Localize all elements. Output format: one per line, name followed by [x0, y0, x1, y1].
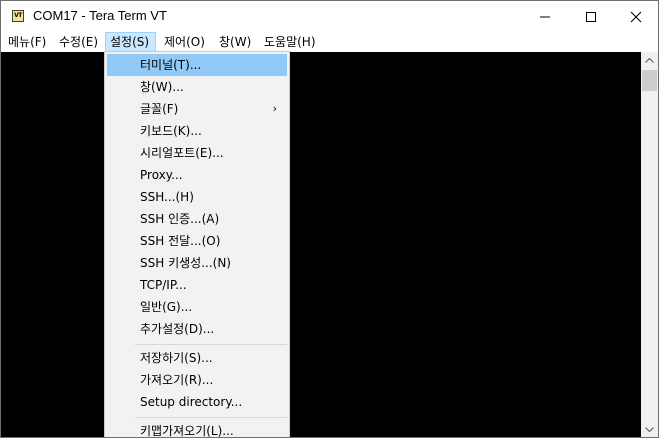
title-bar[interactable]: VT COM17 - Tera Term VT: [1, 1, 658, 32]
menu-item-save-setup[interactable]: 저장하기(S)...: [107, 347, 287, 369]
close-button[interactable]: [613, 1, 658, 32]
submenu-arrow-icon: ›: [272, 102, 277, 115]
menu-edit[interactable]: 수정(E): [55, 32, 102, 52]
setup-dropdown-menu: 터미널(T)... 창(W)... 글꼴(F) › 키보드(K)... 시리얼포…: [104, 51, 290, 437]
menu-item-additional-settings[interactable]: 추가설정(D)...: [107, 318, 287, 340]
menu-window[interactable]: 창(W): [215, 32, 255, 52]
chevron-down-icon: [645, 427, 654, 432]
maximize-button[interactable]: [568, 1, 614, 32]
scroll-down-button[interactable]: [641, 421, 658, 437]
menu-bar: 메뉴(F) 수정(E) 설정(S) 제어(O) 창(W) 도움말(H): [1, 32, 658, 52]
menu-separator: [135, 417, 287, 418]
menu-item-font[interactable]: 글꼴(F) ›: [107, 98, 287, 120]
chevron-up-icon: [645, 58, 654, 63]
app-icon[interactable]: VT: [12, 10, 24, 22]
menu-item-serial-port[interactable]: 시리얼포트(E)...: [107, 142, 287, 164]
menu-item-keyboard[interactable]: 키보드(K)...: [107, 120, 287, 142]
menu-item-load-keymap[interactable]: 키맵가져오기(L)...: [107, 420, 287, 437]
menu-control[interactable]: 제어(O): [160, 32, 209, 52]
menu-item-ssh-auth[interactable]: SSH 인증...(A): [107, 208, 287, 230]
scroll-up-button[interactable]: [641, 52, 658, 69]
minimize-button[interactable]: [522, 1, 568, 32]
minimize-icon: [540, 16, 550, 18]
menu-item-window[interactable]: 창(W)...: [107, 76, 287, 98]
menu-item-proxy[interactable]: Proxy...: [107, 164, 287, 186]
tera-term-window: VT COM17 - Tera Term VT 메뉴(F) 수정(E) 설정(S…: [0, 0, 659, 438]
menu-item-ssh-forward[interactable]: SSH 전달...(O): [107, 230, 287, 252]
menu-item-terminal[interactable]: 터미널(T)...: [107, 54, 287, 76]
menu-file[interactable]: 메뉴(F): [4, 32, 50, 52]
scroll-thumb[interactable]: [642, 70, 657, 91]
menu-item-restore-setup[interactable]: 가져오기(R)...: [107, 369, 287, 391]
vertical-scrollbar[interactable]: [641, 52, 658, 437]
menu-item-font-label: 글꼴(F): [140, 102, 179, 116]
close-icon: [630, 11, 642, 23]
maximize-icon: [586, 12, 596, 22]
menu-help[interactable]: 도움말(H): [260, 32, 320, 52]
menu-item-ssh[interactable]: SSH...(H): [107, 186, 287, 208]
menu-item-tcpip[interactable]: TCP/IP...: [107, 274, 287, 296]
window-title: COM17 - Tera Term VT: [33, 8, 167, 23]
terminal-area[interactable]: [1, 52, 641, 437]
menu-item-ssh-keygen[interactable]: SSH 키생성...(N): [107, 252, 287, 274]
menu-item-setup-directory[interactable]: Setup directory...: [107, 391, 287, 413]
menu-item-general[interactable]: 일반(G)...: [107, 296, 287, 318]
menu-separator: [135, 344, 287, 345]
menu-setup[interactable]: 설정(S): [105, 32, 156, 52]
